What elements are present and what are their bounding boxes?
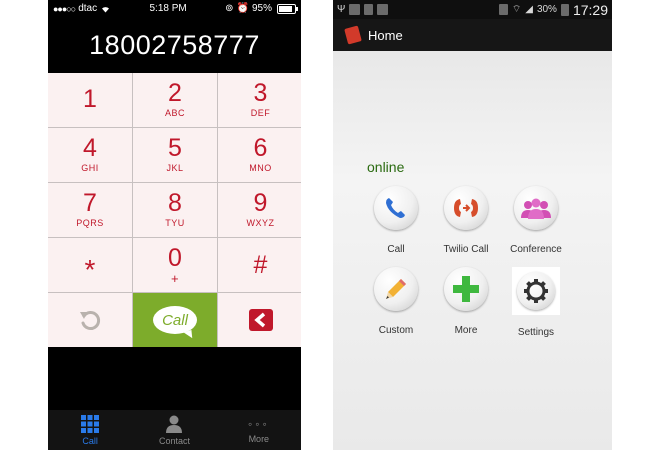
- wifi-icon: [102, 7, 110, 13]
- action-bar: Home: [333, 19, 612, 51]
- call-button[interactable]: Call: [133, 293, 217, 347]
- key-hash[interactable]: #: [218, 238, 301, 292]
- key-4[interactable]: 4 GHI: [48, 128, 132, 182]
- wifi-signal-icon: ⌔: [511, 4, 522, 15]
- tile-more[interactable]: More: [431, 267, 501, 338]
- ios-status-bar: ●●●○○ dtac 5:18 PM ⊚ ⏰ 95%: [48, 0, 301, 17]
- call-bubble-icon: Call: [153, 306, 197, 334]
- key-5[interactable]: 5 JKL: [133, 128, 217, 182]
- tab-bar: Call Contact ◦◦◦ More: [48, 410, 301, 450]
- battery-icon: [276, 3, 298, 14]
- status-time: 5:18 PM: [149, 3, 187, 14]
- unlock-icon: [364, 4, 374, 15]
- tile-conference[interactable]: Conference: [501, 186, 571, 255]
- tile-twilio-call[interactable]: Twilio Call: [431, 186, 501, 255]
- cell-signal-icon: ◢: [525, 4, 533, 15]
- charging-battery-icon: [560, 3, 569, 16]
- android-home-screen: Ψ ⌔ ◢ 30% 17:29 Home online Call Twilio …: [333, 0, 612, 450]
- battery-percent: 95%: [251, 3, 272, 14]
- alarm-icon: ⏰: [236, 3, 249, 14]
- dialed-number: 18002758777: [89, 30, 260, 60]
- key-6[interactable]: 6 MNO: [218, 128, 301, 182]
- usb-icon: Ψ: [337, 4, 346, 15]
- key-3[interactable]: 3 DEF: [218, 73, 301, 127]
- phone-handset-icon: [374, 186, 418, 230]
- backspace-icon: [248, 309, 273, 331]
- backspace-button[interactable]: [218, 293, 301, 347]
- vibrate-icon: [498, 4, 508, 15]
- cleaner-icon: [377, 4, 389, 15]
- key-7[interactable]: 7 PQRS: [48, 183, 132, 237]
- tab-more[interactable]: ◦◦◦ More: [217, 410, 301, 450]
- tile-custom[interactable]: Custom: [361, 267, 431, 338]
- key-1[interactable]: 1: [48, 73, 132, 127]
- plus-icon: [444, 267, 488, 311]
- conference-people-icon: [514, 186, 558, 230]
- keypad-grid-icon: [81, 414, 100, 433]
- gear-icon: [512, 267, 560, 315]
- carrier-name: dtac: [78, 3, 98, 14]
- key-0[interactable]: 0 +: [133, 238, 217, 292]
- redial-button[interactable]: [48, 293, 132, 347]
- tab-call[interactable]: Call: [48, 410, 132, 450]
- android-status-bar: Ψ ⌔ ◢ 30% 17:29: [333, 0, 612, 19]
- app-logo-icon[interactable]: [344, 25, 362, 45]
- facebook-icon: [349, 4, 361, 15]
- pencil-icon: [374, 267, 418, 311]
- online-status-label: online: [367, 159, 405, 175]
- lock-rotation-icon: ⊚: [225, 3, 234, 14]
- android-status-time: 17:29: [572, 1, 608, 18]
- contact-person-icon: [166, 415, 183, 433]
- redial-icon: [80, 311, 101, 330]
- key-2[interactable]: 2 ABC: [133, 73, 217, 127]
- action-bar-title: Home: [368, 27, 403, 43]
- key-8[interactable]: 8 TYU: [133, 183, 217, 237]
- key-star[interactable]: *: [48, 238, 132, 292]
- more-dots-icon: ◦◦◦: [247, 416, 270, 431]
- keypad: 1 2 ABC 3 DEF 4 GHI 5 JKL 6 MNO 7 PQRS 8 TYU 9W…: [48, 73, 301, 347]
- key-9[interactable]: 9 WXYZ: [218, 183, 301, 237]
- home-tile-grid: Call Twilio Call Conference Custom More …: [361, 186, 562, 338]
- twilio-call-icon: [444, 186, 488, 230]
- android-battery-percent: 30%: [536, 4, 557, 15]
- tile-settings[interactable]: Settings: [501, 267, 571, 338]
- tab-contact[interactable]: Contact: [132, 410, 216, 450]
- signal-dots-icon: ●●●○○: [53, 3, 76, 14]
- tile-call[interactable]: Call: [361, 186, 431, 255]
- ios-dialer-screen: ●●●○○ dtac 5:18 PM ⊚ ⏰ 95% 18002758777 1…: [48, 0, 301, 450]
